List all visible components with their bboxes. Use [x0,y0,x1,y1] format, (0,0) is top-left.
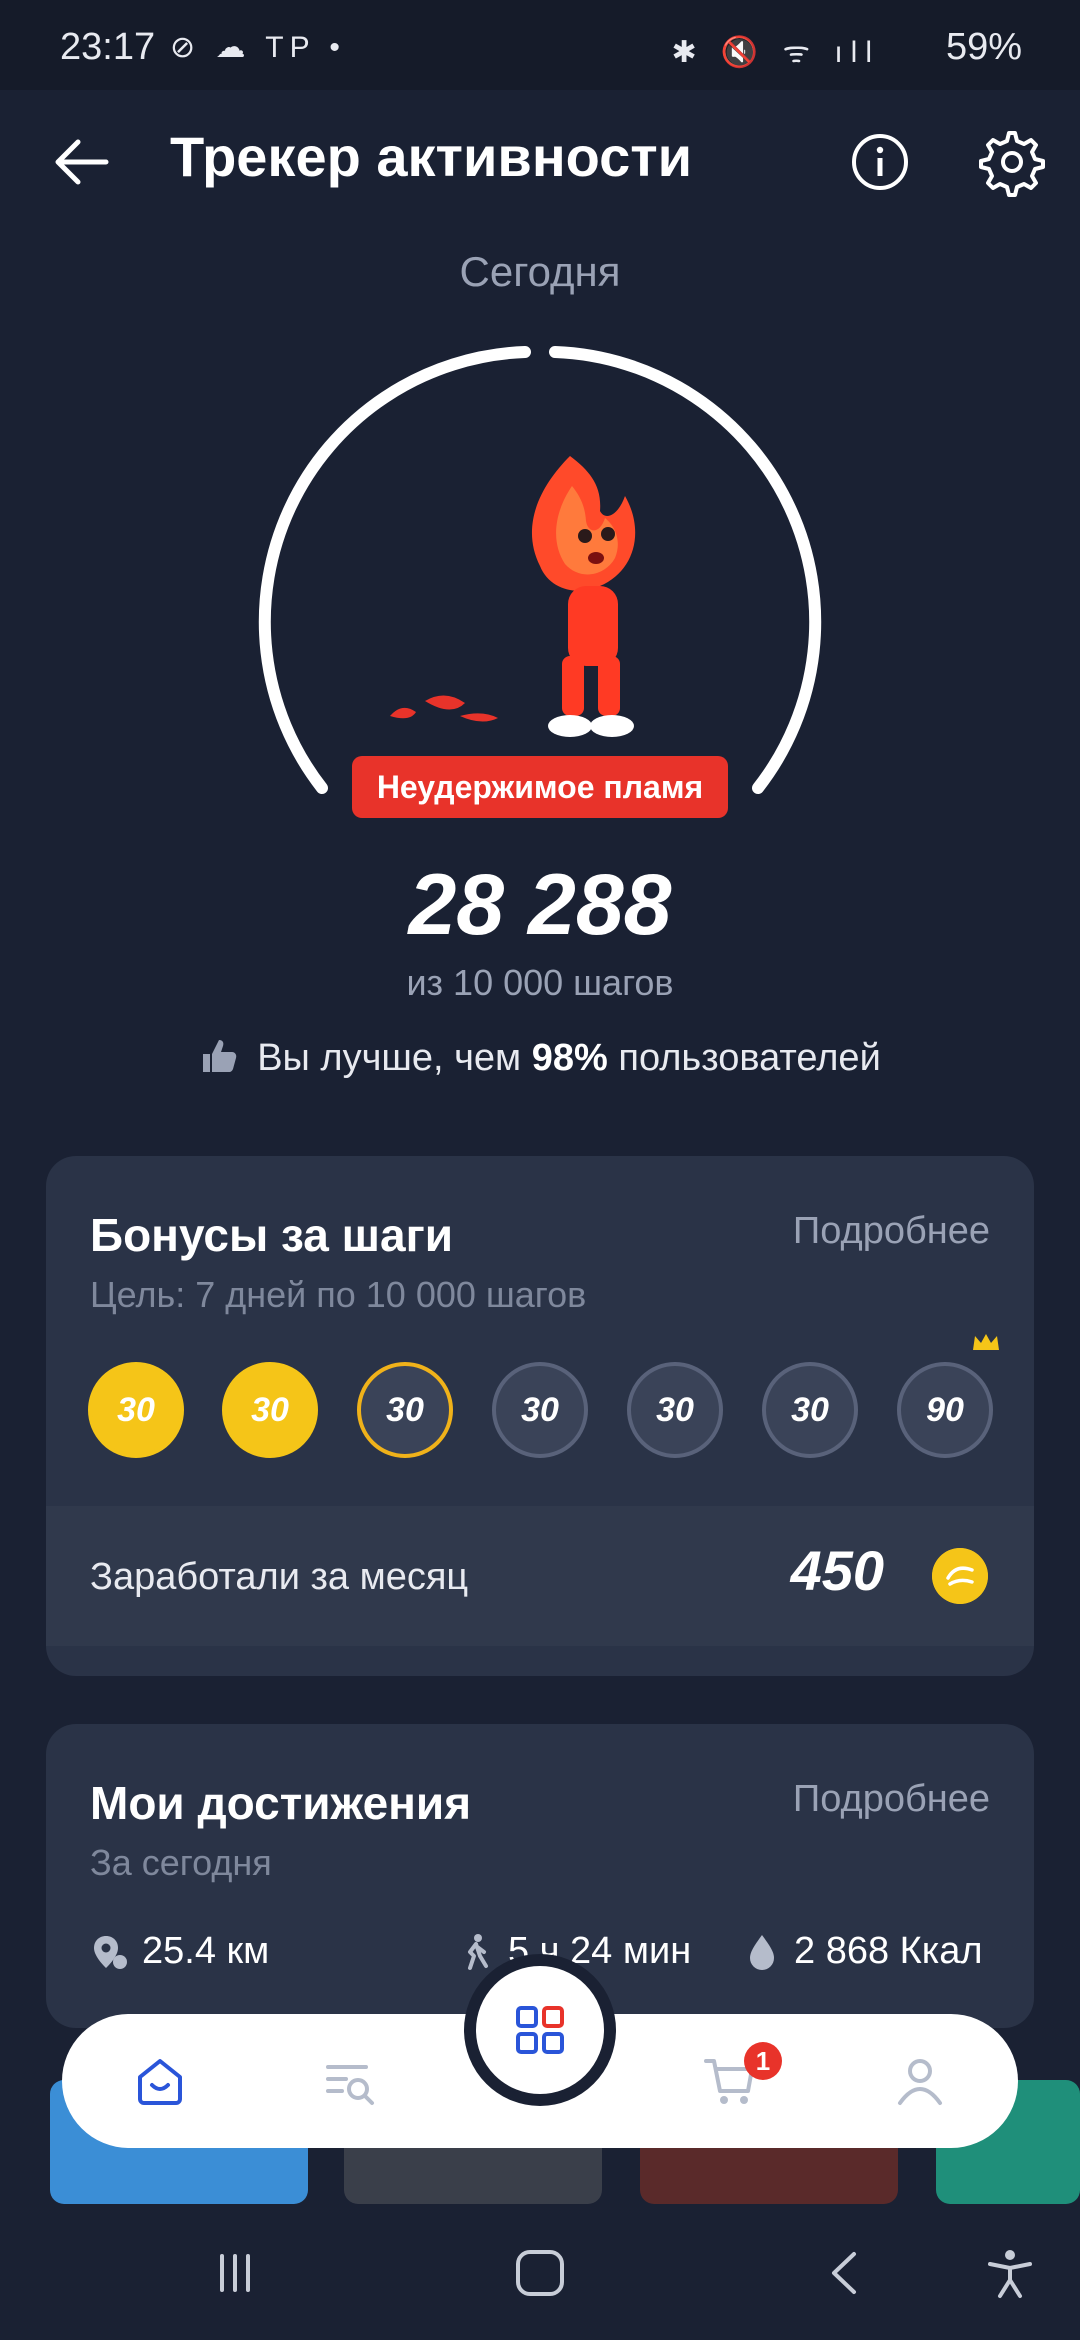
recent-apps-icon[interactable] [210,2248,260,2298]
bonus-coin: 30 [88,1362,184,1458]
steps-count: 28 288 [408,857,672,953]
system-navigation-bar [0,2204,1080,2340]
grid-icon [516,2006,564,2054]
achievement-badge: Неудержимое пламя [352,756,728,818]
info-icon[interactable] [840,122,920,202]
comparison-prefix: Вы лучше, чем [257,1037,522,1079]
catalog-search-icon[interactable] [322,2053,378,2109]
status-left-icons: ⊘ ☁ TP • [170,31,346,64]
bonus-coin: 30 [762,1362,858,1458]
bonus-goal-text: Цель: 7 дней по 10 000 шагов [90,1274,587,1315]
bonus-coin: 30 [357,1362,453,1458]
bonus-details-link[interactable]: Подробнее [793,1210,990,1253]
cart-count-badge: 1 [744,2042,782,2080]
bonus-coin: 30 [492,1362,588,1458]
bonus-coin: 30 [627,1362,723,1458]
status-time: 23:17 [60,26,156,68]
distance-stat: 25.4 км [90,1930,269,1973]
bonus-coin-final: 90 [897,1362,993,1458]
accessibility-icon[interactable] [984,2248,1036,2300]
battery-level: 59% [945,26,1022,68]
comparison-suffix: пользователей [618,1037,881,1079]
card-title: Мои достижения [90,1777,472,1829]
home-button-icon[interactable] [512,2248,568,2298]
page-title: Трекер активности [170,125,693,188]
steps-goal: из 10 000 шагов [406,962,674,1003]
today-label: Сегодня [459,248,621,295]
system-back-icon[interactable] [820,2248,870,2298]
earned-month-label: Заработали за месяц [90,1556,469,1598]
achievements-details-link[interactable]: Подробнее [793,1778,990,1821]
bonus-coin-icon [932,1548,988,1604]
location-pin-icon [94,1935,127,1969]
bonus-day-coins: 30 30 30 30 30 30 90 [88,1334,999,1462]
calories-stat: 2 868 Ккал [742,1930,983,1973]
bonus-coin: 30 [222,1362,318,1458]
thumbs-up-icon [203,1040,237,1072]
back-arrow-icon[interactable] [44,122,124,202]
status-bar: 23:17 ⊘ ☁ TP • ✱ 🔇 ᯤ ıll 59% [0,0,1080,90]
calories-value: 2 868 Ккал [794,1930,983,1972]
earned-month-value: 450 [790,1539,884,1602]
status-right-icons: ✱ 🔇 ᯤ ıll [671,36,880,69]
crown-icon [973,1334,999,1350]
card-title: Бонусы за шаги [90,1209,454,1261]
home-icon[interactable] [132,2053,188,2109]
services-grid-button[interactable] [464,1954,616,2106]
walking-person-icon [468,1933,488,1970]
settings-gear-icon[interactable] [972,122,1052,202]
achievements-period: За сегодня [90,1842,272,1883]
step-bonus-card[interactable]: Бонусы за шаги Подробнее Цель: 7 дней по… [46,1156,1034,1676]
comparison-value: 98% [531,1037,608,1079]
profile-icon[interactable] [892,2053,948,2109]
comparison-text: Вы лучше, чем 98% пользователей [0,1036,1080,1080]
distance-value: 25.4 км [142,1930,270,1972]
flame-mascot-illustration [390,456,636,737]
water-drop-icon [750,1934,774,1970]
